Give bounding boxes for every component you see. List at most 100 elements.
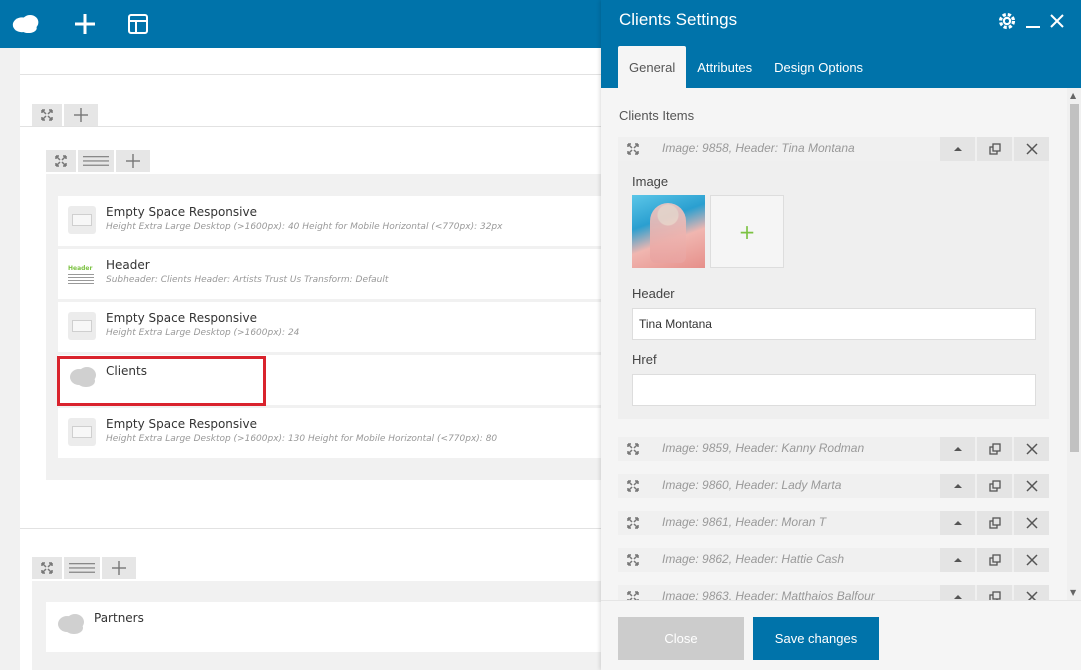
expand-icon[interactable] <box>940 437 975 461</box>
element-empty-space[interactable]: Empty Space Responsive Height Extra Larg… <box>58 408 601 458</box>
element-empty-space[interactable]: Empty Space Responsive Height Extra Larg… <box>58 302 601 352</box>
empty-space-icon <box>68 418 96 446</box>
scrollbar-thumb[interactable] <box>1070 104 1079 452</box>
header-label: Header <box>632 286 675 301</box>
client-item-header[interactable]: Image: 9863, Header: Matthaios Balfour <box>618 585 1049 600</box>
client-item-header[interactable]: Image: 9861, Header: Moran T <box>618 511 1049 535</box>
move-section-icon[interactable] <box>32 557 62 579</box>
gear-icon[interactable] <box>997 11 1017 35</box>
expand-icon[interactable] <box>940 474 975 498</box>
close-button[interactable]: Close <box>618 617 744 660</box>
drag-handle-icon[interactable] <box>618 585 648 600</box>
element-title: Empty Space Responsive <box>106 417 257 431</box>
element-title: Empty Space Responsive <box>106 205 257 219</box>
client-item-label: Image: 9862, Header: Hattie Cash <box>662 552 845 566</box>
add-row-icon[interactable] <box>102 557 136 579</box>
row-controls <box>46 150 150 172</box>
href-input[interactable] <box>632 374 1036 406</box>
empty-space-icon <box>68 312 96 340</box>
tab-attributes[interactable]: Attributes <box>686 46 763 88</box>
drag-handle-icon[interactable] <box>618 474 648 498</box>
add-row-icon[interactable] <box>116 150 150 172</box>
header-input[interactable]: Tina Montana <box>632 308 1036 340</box>
client-item-actions <box>940 548 1049 572</box>
panel-footer: Close Save changes <box>601 600 1081 670</box>
client-item-label: Image: 9863, Header: Matthaios Balfour <box>662 589 875 600</box>
add-section-icon[interactable] <box>64 104 98 126</box>
client-item-header[interactable]: Image: 9860, Header: Lady Marta <box>618 474 1049 498</box>
clone-icon[interactable] <box>977 548 1012 572</box>
delete-icon[interactable] <box>1014 548 1049 572</box>
panel-scrollbar[interactable]: ▲ ▼ <box>1067 88 1081 600</box>
client-image-thumbnail[interactable] <box>632 195 705 268</box>
plus-icon[interactable] <box>71 10 99 38</box>
drag-handle-icon[interactable] <box>618 511 648 535</box>
collapse-icon[interactable] <box>940 137 975 161</box>
clone-icon[interactable] <box>977 585 1012 600</box>
section-controls <box>32 557 136 579</box>
delete-icon[interactable] <box>1014 511 1049 535</box>
expand-icon[interactable] <box>940 585 975 600</box>
tab-design-options[interactable]: Design Options <box>763 46 874 88</box>
clone-icon[interactable] <box>977 511 1012 535</box>
clone-icon[interactable] <box>977 474 1012 498</box>
element-empty-space[interactable]: Empty Space Responsive Height Extra Larg… <box>58 196 601 246</box>
expand-icon[interactable] <box>940 511 975 535</box>
cloud-icon <box>56 612 84 640</box>
element-title: Empty Space Responsive <box>106 311 257 325</box>
add-image-button[interactable]: + <box>710 195 784 268</box>
client-item-label: Image: 9859, Header: Kanny Rodman <box>662 441 865 455</box>
drag-handle-icon[interactable] <box>618 437 648 461</box>
client-item-label: Image: 9861, Header: Moran T <box>662 515 827 529</box>
move-section-icon[interactable] <box>32 104 62 126</box>
layout-icon[interactable] <box>124 10 152 38</box>
element-subtitle: Subheader: Clients Header: Artists Trust… <box>106 275 389 285</box>
element-partners[interactable]: Partners <box>46 602 601 652</box>
row-layout-icon[interactable] <box>64 557 100 579</box>
image-label: Image <box>632 174 669 189</box>
clone-icon[interactable] <box>977 437 1012 461</box>
delete-icon[interactable] <box>1014 474 1049 498</box>
client-item-header[interactable]: Image: 9859, Header: Kanny Rodman <box>618 437 1049 461</box>
element-title: Partners <box>94 611 144 625</box>
save-changes-button[interactable]: Save changes <box>753 617 879 660</box>
close-icon[interactable] <box>1049 13 1065 33</box>
drag-handle-icon[interactable] <box>618 548 648 572</box>
logo-cloud-icon[interactable] <box>12 10 40 38</box>
expand-icon[interactable] <box>940 548 975 572</box>
divider <box>20 126 601 127</box>
tab-general[interactable]: General <box>618 46 687 88</box>
element-title: Header <box>106 258 150 272</box>
panel-actions <box>997 11 1065 35</box>
element-subtitle: Height Extra Large Desktop (>1600px): 24 <box>106 328 300 338</box>
scroll-up-icon[interactable]: ▲ <box>1070 91 1076 100</box>
panel-header: Clients Settings General Attributes Desi… <box>601 0 1081 88</box>
drag-handle-icon[interactable] <box>618 137 648 161</box>
header-icon: Header <box>68 259 96 287</box>
client-item-header[interactable]: Image: 9862, Header: Hattie Cash <box>618 548 1049 572</box>
scroll-down-icon[interactable]: ▼ <box>1070 588 1076 597</box>
section-controls <box>32 104 98 126</box>
delete-icon[interactable] <box>1014 137 1049 161</box>
row-layout-icon[interactable] <box>78 150 114 172</box>
clients-highlight-box <box>57 356 266 406</box>
header-icon-text: Header <box>68 265 93 272</box>
empty-space-icon <box>68 206 96 234</box>
element-subtitle: Height Extra Large Desktop (>1600px): 13… <box>106 434 498 444</box>
panel-body: Clients Items Image: 9858, Header: Tina … <box>601 88 1081 600</box>
move-row-icon[interactable] <box>46 150 76 172</box>
clients-items-label: Clients Items <box>619 108 695 123</box>
client-item-actions <box>940 585 1049 600</box>
element-header[interactable]: Header Header Subheader: Clients Header:… <box>58 249 601 299</box>
panel-title: Clients Settings <box>619 10 738 29</box>
client-item-label: Image: 9860, Header: Lady Marta <box>662 478 842 492</box>
href-label: Href <box>632 352 657 367</box>
client-item-label: Image: 9858, Header: Tina Montana <box>662 141 855 155</box>
delete-icon[interactable] <box>1014 585 1049 600</box>
clone-icon[interactable] <box>977 137 1012 161</box>
client-item-header[interactable]: Image: 9858, Header: Tina Montana <box>618 137 1049 161</box>
divider <box>20 74 601 75</box>
delete-icon[interactable] <box>1014 437 1049 461</box>
minimize-icon[interactable] <box>1025 13 1041 33</box>
divider <box>20 528 601 529</box>
